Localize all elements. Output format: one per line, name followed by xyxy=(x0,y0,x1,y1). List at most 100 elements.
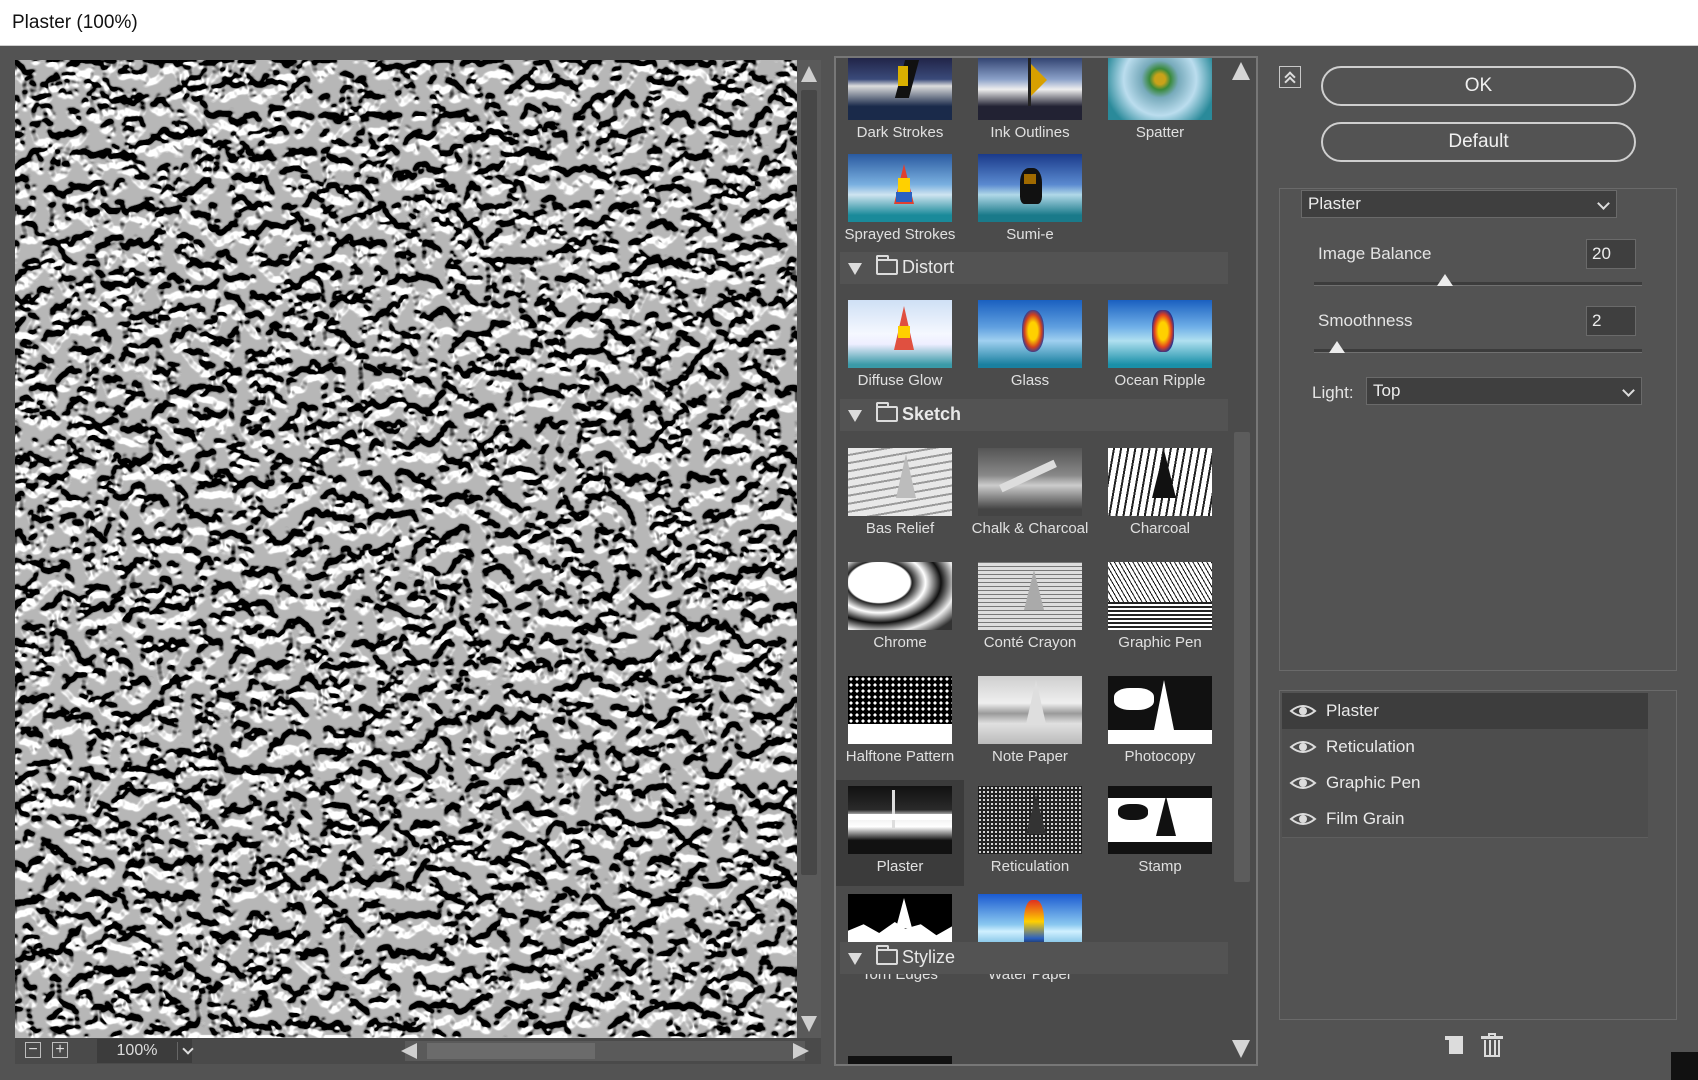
preview-horizontal-scroll-thumb[interactable] xyxy=(427,1043,595,1059)
filter-thumb-ink-outlines[interactable]: Ink Outlines xyxy=(966,58,1094,158)
filter-thumb-charcoal[interactable]: Charcoal xyxy=(1096,448,1224,554)
gallery-scroll-thumb[interactable] xyxy=(1234,432,1250,882)
title-bar: Plaster (100%) xyxy=(0,0,1698,46)
filter-name: Plaster xyxy=(876,858,924,875)
filter-thumb-conte-crayon[interactable]: Conté Crayon xyxy=(966,562,1094,668)
category-label: Sketch xyxy=(902,404,962,424)
image-balance-input[interactable]: 20 xyxy=(1586,239,1636,269)
filter-name: Chrome xyxy=(873,634,927,651)
folder-icon xyxy=(876,255,898,275)
scroll-left-icon[interactable] xyxy=(401,1043,417,1059)
image-balance-label: Image Balance xyxy=(1318,244,1432,263)
category-sketch[interactable]: Sketch xyxy=(840,399,1230,431)
default-button[interactable]: Default xyxy=(1321,122,1636,162)
new-effect-layer-icon[interactable] xyxy=(1441,1036,1463,1058)
smoothness-slider-handle[interactable] xyxy=(1328,341,1345,353)
thumbnail-image xyxy=(978,448,1082,516)
resize-grip[interactable] xyxy=(1671,1052,1698,1080)
effect-layer-row[interactable]: Film Grain xyxy=(1282,801,1648,838)
smoothness-label: Smoothness xyxy=(1318,311,1413,330)
filter-thumb-chrome[interactable]: Chrome xyxy=(836,562,964,668)
image-balance-value: 20 xyxy=(1592,244,1611,263)
filter-thumb-sprayed-strokes[interactable]: Sprayed Strokes xyxy=(836,154,964,260)
disclosure-triangle-icon xyxy=(848,953,862,965)
eye-visibility-icon[interactable] xyxy=(1288,700,1318,722)
preview-vertical-scrollbar[interactable] xyxy=(797,60,821,1038)
category-stylize[interactable]: Stylize xyxy=(840,942,1230,974)
filter-thumb-bas-relief[interactable]: Bas Relief xyxy=(836,448,964,554)
category-distort[interactable]: Distort xyxy=(840,252,1230,284)
thumbnail-image xyxy=(848,676,952,744)
filter-thumb-note-paper[interactable]: Note Paper xyxy=(966,676,1094,782)
thumbnail-image xyxy=(978,300,1082,368)
thumbnail-image xyxy=(848,300,952,368)
light-label: Light: xyxy=(1312,383,1354,402)
eye-visibility-icon[interactable] xyxy=(1288,736,1318,758)
image-balance-slider[interactable] xyxy=(1314,274,1642,286)
filter-name: Diffuse Glow xyxy=(857,372,943,389)
filter-name: Spatter xyxy=(1135,124,1185,141)
effect-layer-row[interactable]: Plaster xyxy=(1282,693,1648,730)
filter-thumb-graphic-pen[interactable]: Graphic Pen xyxy=(1096,562,1224,668)
filter-thumb-glass[interactable]: Glass xyxy=(966,300,1094,406)
disclosure-triangle-icon xyxy=(848,263,862,275)
folder-icon xyxy=(876,945,898,965)
scroll-up-icon[interactable] xyxy=(1232,62,1250,80)
thumbnail-image xyxy=(848,58,952,120)
scroll-up-icon[interactable] xyxy=(801,66,817,82)
filter-name: Chalk & Charcoal xyxy=(971,520,1089,537)
filter-thumb-chalk-charcoal[interactable]: Chalk & Charcoal xyxy=(966,448,1094,554)
scroll-right-icon[interactable] xyxy=(793,1043,809,1059)
zoom-dropdown-button[interactable] xyxy=(177,1042,198,1060)
smoothness-input[interactable]: 2 xyxy=(1586,306,1636,336)
filter-thumb-stamp[interactable]: Stamp xyxy=(1096,780,1224,886)
eye-visibility-icon[interactable] xyxy=(1288,808,1318,830)
filter-name: Stamp xyxy=(1138,858,1182,875)
gallery-scrollbar[interactable] xyxy=(1228,58,1254,1064)
filter-name: Sumi-e xyxy=(1006,226,1054,243)
filter-name: Sprayed Strokes xyxy=(844,226,956,243)
filter-thumb-spatter[interactable]: Spatter xyxy=(1096,58,1224,158)
filter-thumb-halftone-pattern[interactable]: Halftone Pattern xyxy=(836,676,964,782)
filter-thumb-diffuse-glow[interactable]: Diffuse Glow xyxy=(836,300,964,406)
image-balance-slider-handle[interactable] xyxy=(1437,274,1454,286)
trash-icon[interactable] xyxy=(1481,1033,1503,1057)
thumbnail-image xyxy=(1108,448,1212,516)
preview-horizontal-scrollbar[interactable] xyxy=(401,1041,809,1061)
filter-thumb-partial xyxy=(848,1056,952,1064)
filter-thumb-ocean-ripple[interactable]: Ocean Ripple xyxy=(1096,300,1224,406)
category-label: Distort xyxy=(902,257,955,277)
scroll-down-icon[interactable] xyxy=(1232,1040,1250,1058)
zoom-in-button[interactable]: + xyxy=(52,1042,68,1058)
preview-vertical-scroll-thumb[interactable] xyxy=(801,90,817,875)
scroll-down-icon[interactable] xyxy=(801,1016,817,1032)
smoothness-slider[interactable] xyxy=(1314,341,1642,353)
light-select-value: Top xyxy=(1373,381,1401,400)
preview-canvas[interactable] xyxy=(15,60,797,1038)
filter-thumb-dark-strokes[interactable]: Dark Strokes xyxy=(836,58,964,158)
effect-layer-name: Film Grain xyxy=(1326,809,1405,828)
thumbnail-image xyxy=(978,58,1082,120)
collapse-gallery-button[interactable] xyxy=(1279,66,1301,88)
ok-button[interactable]: OK xyxy=(1321,66,1636,106)
filter-thumb-photocopy[interactable]: Photocopy xyxy=(1096,676,1224,782)
thumbnail-image xyxy=(978,562,1082,630)
thumbnail-image xyxy=(848,154,952,222)
effect-layer-row[interactable]: Graphic Pen xyxy=(1282,765,1648,802)
filter-name: Halftone Pattern xyxy=(845,748,955,765)
thumbnail-image xyxy=(1108,676,1212,744)
zoom-out-button[interactable]: − xyxy=(25,1042,41,1058)
chevron-down-icon xyxy=(1622,384,1635,397)
thumbnail-image xyxy=(978,786,1082,854)
thumbnail-image xyxy=(1108,58,1212,120)
eye-visibility-icon[interactable] xyxy=(1288,772,1318,794)
filter-thumb-sumi-e[interactable]: Sumi-e xyxy=(966,154,1094,260)
thumbnail-image xyxy=(978,676,1082,744)
filter-thumb-plaster[interactable]: Plaster xyxy=(836,780,964,886)
filter-thumb-reticulation[interactable]: Reticulation xyxy=(966,780,1094,886)
effect-layer-row[interactable]: Reticulation xyxy=(1282,729,1648,766)
filter-name: Glass xyxy=(1010,372,1050,389)
category-label: Stylize xyxy=(902,947,956,967)
effect-layer-name: Plaster xyxy=(1326,701,1379,720)
light-select[interactable]: Top xyxy=(1366,377,1642,405)
